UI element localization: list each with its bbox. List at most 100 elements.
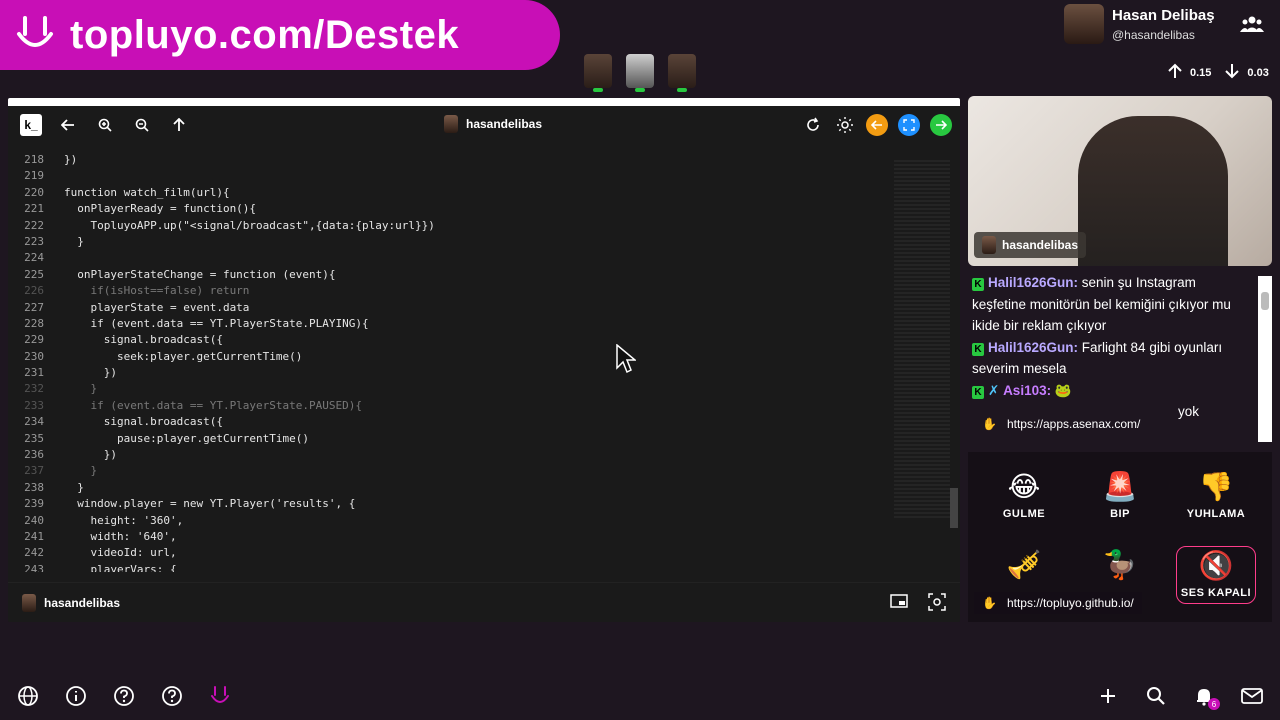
globe-icon[interactable] <box>16 684 40 708</box>
plus-icon[interactable] <box>1096 684 1120 708</box>
back-arrow-icon[interactable] <box>57 114 79 136</box>
back-circle-button[interactable] <box>866 114 888 136</box>
avatar <box>22 593 36 612</box>
code-line[interactable]: 232 } <box>8 381 894 397</box>
chat-username[interactable]: Halil1626Gun: <box>988 340 1078 355</box>
participant-avatar[interactable] <box>626 54 654 92</box>
editor-owner: hasandelibas <box>444 115 542 133</box>
info-icon[interactable] <box>64 684 88 708</box>
line-number: 223 <box>24 234 44 248</box>
link-tooltip[interactable]: ✋ https://topluyo.github.io/ <box>974 592 1142 614</box>
trumpet-icon: 🎺 <box>1006 549 1042 580</box>
bottom-right-toolbar: 6 <box>1096 684 1264 710</box>
support-banner[interactable]: topluyo.com/Destek <box>0 0 560 70</box>
webcam-feed[interactable]: hasandelibas <box>968 96 1272 266</box>
code-text: }) <box>64 153 78 166</box>
topluyo-logo-icon[interactable] <box>208 684 232 708</box>
participant-avatars <box>584 54 696 92</box>
screenshot-icon[interactable] <box>928 593 946 616</box>
code-line[interactable]: 223 } <box>8 234 894 250</box>
brightness-icon[interactable] <box>834 114 856 136</box>
code-text: if(isHost==false) return <box>64 284 250 298</box>
code-line[interactable]: 227 playerState = event.data <box>8 300 894 316</box>
code-line[interactable]: 236 }) <box>8 447 894 463</box>
line-number: 238 <box>24 480 44 494</box>
chat-username[interactable]: Asi103: <box>1003 383 1051 398</box>
help-icon[interactable] <box>112 684 136 708</box>
reaction-label: GULME <box>1002 508 1046 520</box>
fullscreen-circle-button[interactable] <box>898 114 920 136</box>
zoom-in-icon[interactable] <box>94 114 116 136</box>
code-text: playerState = event.data <box>64 300 250 314</box>
code-line[interactable]: 242 videoId: url, <box>8 545 894 561</box>
reaction-label: SES KAPALI <box>1180 587 1252 599</box>
code-line[interactable]: 228 if (event.data == YT.PlayerState.PLA… <box>8 316 894 332</box>
code-line[interactable]: 234 signal.broadcast({ <box>8 414 894 430</box>
code-line[interactable]: 237 } <box>8 463 894 479</box>
code-line[interactable]: 219 <box>8 168 894 184</box>
reaction-button-bip[interactable]: 🚨 BIP <box>1080 468 1160 532</box>
code-line[interactable]: 229 signal.broadcast({ <box>8 332 894 348</box>
upload-rate: 0.15 <box>1190 66 1212 79</box>
line-number: 232 <box>24 382 44 396</box>
code-line[interactable]: 221 onPlayerReady = function(){ <box>8 201 894 217</box>
code-minimap[interactable] <box>894 160 950 520</box>
laughing-icon: 😂 <box>1007 471 1041 502</box>
chat-scrollbar[interactable] <box>1258 276 1272 442</box>
code-line[interactable]: 225 onPlayerStateChange = function (even… <box>8 267 894 283</box>
code-line[interactable]: 243 playerVars: { <box>8 562 894 572</box>
code-line[interactable]: 224 <box>8 250 894 266</box>
zoom-out-icon[interactable] <box>131 114 153 136</box>
line-number: 225 <box>24 267 44 281</box>
siren-icon: 🚨 <box>1102 471 1138 502</box>
chat-text: 🐸 <box>1051 382 1072 398</box>
code-text: function watch_film(url){ <box>64 185 230 199</box>
search-icon[interactable] <box>1144 684 1168 708</box>
code-line[interactable]: 238 } <box>8 480 894 496</box>
code-text: window.player = new YT.Player('results',… <box>64 497 356 511</box>
code-text: }) <box>64 448 117 462</box>
code-line[interactable]: 231 }) <box>8 365 894 381</box>
code-text: pause:player.getCurrentTime() <box>64 431 310 445</box>
code-text: signal.broadcast({ <box>64 415 223 429</box>
forward-circle-button[interactable] <box>930 114 952 136</box>
refresh-icon[interactable] <box>802 114 824 136</box>
app-logo[interactable]: k_ <box>20 114 42 136</box>
participant-avatar[interactable] <box>584 54 612 92</box>
code-line[interactable]: 226 if(isHost==false) return <box>8 283 894 299</box>
code-line[interactable]: 241 width: '640', <box>8 529 894 545</box>
mail-icon[interactable] <box>1240 684 1264 708</box>
duck-icon: 🦆 <box>1102 549 1138 580</box>
code-line[interactable]: 239 window.player = new YT.Player('resul… <box>8 496 894 512</box>
reaction-button-gulme[interactable]: 😂 GULME <box>984 468 1064 532</box>
code-line[interactable]: 218}) <box>8 152 894 168</box>
code-text: TopluyoAPP.up("<signal/broadcast",{data:… <box>64 218 435 232</box>
code-line[interactable]: 222 TopluyoAPP.up("<signal/broadcast",{d… <box>8 218 894 234</box>
code-line[interactable]: 230 seek:player.getCurrentTime() <box>8 349 894 365</box>
reaction-button-yuhlama[interactable]: 👎 YUHLAMA <box>1176 468 1256 532</box>
editor-scrollbar[interactable] <box>950 488 958 528</box>
network-stats: 0.15 0.03 <box>1166 62 1269 83</box>
users-group-icon[interactable] <box>1240 14 1264 39</box>
line-number: 243 <box>24 562 44 572</box>
code-line[interactable]: 233 if (event.data == YT.PlayerState.PAU… <box>8 398 894 414</box>
streamer-video <box>1078 116 1228 266</box>
code-area[interactable]: 218}) 219 220 function watch_film(url){221 … <box>8 152 894 572</box>
picture-in-picture-icon[interactable] <box>890 593 908 616</box>
reaction-button-ses-kapali[interactable]: 🔇 SES KAPALI <box>1176 546 1256 604</box>
arrow-up-icon[interactable] <box>168 114 190 136</box>
code-line[interactable]: 235 pause:player.getCurrentTime() <box>8 431 894 447</box>
participant-avatar[interactable] <box>668 54 696 92</box>
bell-icon[interactable]: 6 <box>1192 684 1220 710</box>
code-text: if (event.data == YT.PlayerState.PLAYING… <box>64 316 369 330</box>
chat-username[interactable]: Halil1626Gun: <box>988 275 1078 290</box>
line-number: 233 <box>24 398 44 412</box>
link-tooltip[interactable]: ✋ https://apps.asenax.com/ <box>972 412 1151 436</box>
user-profile[interactable]: Hasan Delibaş @hasandelibas <box>1064 4 1215 44</box>
code-line[interactable]: 240 height: '360', <box>8 513 894 529</box>
chat-scroll-thumb[interactable] <box>1261 292 1269 310</box>
code-line[interactable]: 220 function watch_film(url){ <box>8 185 894 201</box>
help-icon[interactable] <box>160 684 184 708</box>
